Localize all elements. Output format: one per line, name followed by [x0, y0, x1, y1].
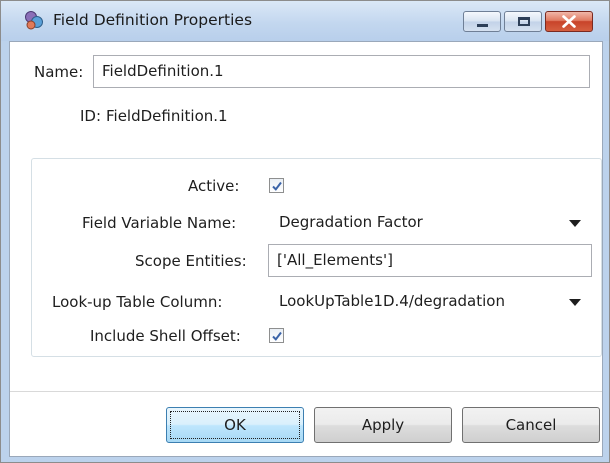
lookup-column-dropdown[interactable]: LookUpTable1D.4/degradation — [268, 285, 592, 318]
ok-button[interactable]: OK — [166, 407, 304, 443]
checkmark-icon — [272, 331, 282, 341]
minimize-button[interactable] — [463, 11, 501, 32]
dropdown-arrow-icon — [569, 220, 581, 227]
lookup-column-value: LookUpTable1D.4/degradation — [279, 292, 505, 310]
field-definition-icon — [25, 11, 43, 30]
close-button[interactable] — [545, 11, 593, 32]
cancel-label: Cancel — [505, 416, 557, 434]
scope-entities-field[interactable]: ['All_Elements'] — [268, 244, 592, 277]
field-variable-value: Degradation Factor — [279, 213, 423, 231]
apply-label: Apply — [361, 416, 405, 434]
title-bar[interactable]: Field Definition Properties — [1, 1, 609, 41]
scope-entities-label: Scope Entities: — [135, 252, 247, 270]
maximize-icon — [518, 17, 530, 26]
cancel-button[interactable]: Cancel — [462, 407, 600, 443]
field-variable-dropdown[interactable]: Degradation Factor — [268, 206, 592, 239]
active-label: Active: — [188, 177, 240, 195]
id-label: ID: — [80, 107, 102, 125]
shell-offset-label: Include Shell Offset: — [90, 327, 241, 345]
footer-divider — [10, 391, 602, 392]
close-icon — [562, 15, 576, 28]
id-value: FieldDefinition.1 — [106, 107, 228, 125]
name-label: Name: — [34, 63, 84, 81]
focus-indicator — [170, 411, 300, 439]
dialog-body: Name: FieldDefinition.1 ID: FieldDefinit… — [9, 41, 603, 457]
apply-button[interactable]: Apply — [314, 407, 452, 443]
window-title: Field Definition Properties — [53, 11, 253, 29]
field-variable-label: Field Variable Name: — [82, 214, 237, 232]
minimize-icon — [477, 24, 488, 27]
properties-group: Active: Field Variable Name: Degradation… — [31, 158, 602, 357]
shell-offset-checkbox[interactable] — [269, 328, 284, 343]
checkmark-icon — [272, 181, 282, 191]
name-field[interactable]: FieldDefinition.1 — [93, 55, 590, 88]
active-checkbox[interactable] — [269, 178, 284, 193]
dialog-window: Field Definition Properties Name: FieldD… — [0, 0, 610, 463]
dropdown-arrow-icon — [569, 299, 581, 306]
lookup-column-label: Look-up Table Column: — [52, 293, 223, 311]
maximize-button[interactable] — [504, 11, 542, 32]
